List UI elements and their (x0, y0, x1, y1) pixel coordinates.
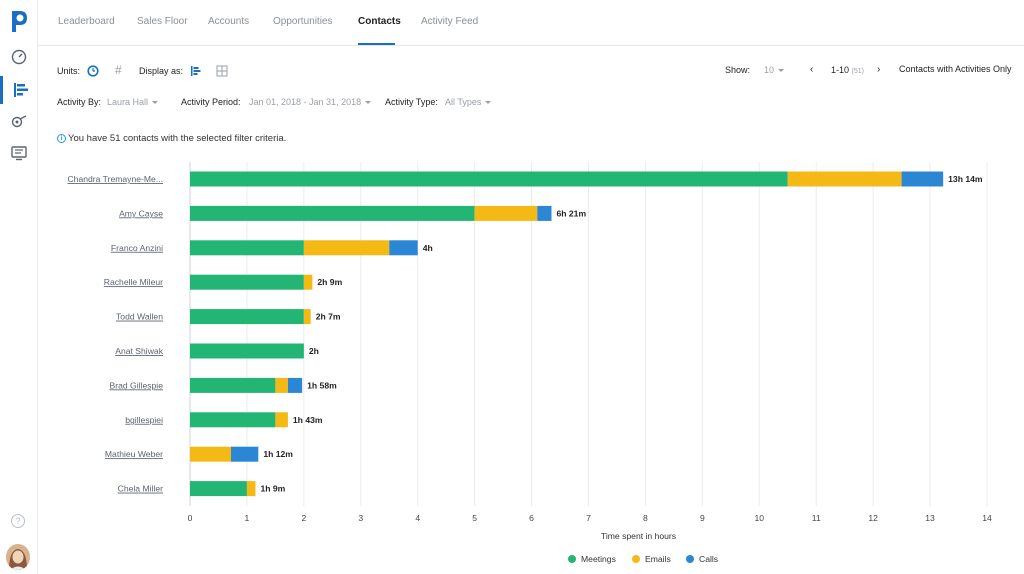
x-tick-label: 3 (358, 513, 363, 523)
x-tick-label: 6 (529, 513, 534, 523)
contact-name-bgillespiei[interactable]: bgillespiei (125, 415, 163, 425)
legend-label-calls: Calls (699, 554, 719, 564)
bar-meetings (190, 240, 304, 256)
legend-swatch-calls (686, 555, 694, 563)
time-spent-chart: 0 1 2 3 4 5 6 7 8 9 10 11 12 13 14Time spent in hoursC… (67, 162, 992, 541)
bar-emails (303, 309, 311, 325)
legend-item-emails: Emails (632, 554, 671, 564)
x-tick-label: 9 (700, 513, 705, 523)
x-tick-label: 5 (472, 513, 477, 523)
bar-total-label: 1h 12m (263, 449, 293, 459)
x-tick-label: 14 (982, 513, 992, 523)
bar-emails (787, 171, 902, 187)
bar-total-label: 6h 21m (556, 208, 586, 218)
bar-calls (389, 240, 418, 256)
x-tick-label: 10 (755, 513, 765, 523)
bar-calls (287, 377, 303, 393)
x-tick-label: 11 (812, 513, 821, 523)
x-tick-label: 12 (868, 513, 878, 523)
bar-total-label: 1h 9m (260, 484, 285, 494)
contact-name-todd-wallen[interactable]: Todd Wallen (116, 312, 163, 322)
contact-name-rachelle-mileur[interactable]: Rachelle Mileur (104, 277, 163, 287)
legend-label-meetings: Meetings (581, 554, 616, 564)
bar-meetings (190, 171, 788, 187)
bar-calls (901, 171, 944, 187)
bar-emails (275, 412, 288, 428)
bar-meetings (190, 205, 475, 221)
x-tick-label: 7 (586, 513, 591, 523)
x-tick-label: 13 (925, 513, 935, 523)
contact-name-mathieu-weber[interactable]: Mathieu Weber (105, 449, 163, 459)
contact-name-chela-miller[interactable]: Chela Miller (118, 484, 164, 494)
legend-item-calls: Calls (686, 554, 718, 564)
contact-name-chandra-tremayne-me[interactable]: Chandra Tremayne-Me... (67, 174, 163, 184)
legend-swatch-emails (632, 555, 640, 563)
bar-total-label: 2h 9m (317, 277, 342, 287)
x-tick-label: 8 (643, 513, 648, 523)
legend-swatch-meetings (568, 555, 576, 563)
x-tick-label: 2 (301, 513, 306, 523)
bar-meetings (190, 481, 247, 497)
bar-calls (230, 446, 259, 462)
bar-emails (246, 481, 256, 497)
contact-name-amy-cayse[interactable]: Amy Cayse (119, 208, 163, 218)
bar-meetings (190, 274, 304, 290)
contact-name-franco-anzini[interactable]: Franco Anzini (111, 243, 163, 253)
contact-name-anat-shiwak[interactable]: Anat Shiwak (115, 346, 163, 356)
bar-total-label: 2h (309, 346, 319, 356)
bar-meetings (190, 412, 276, 428)
bar-emails (303, 274, 313, 290)
legend-label-emails: Emails (645, 554, 671, 564)
bar-meetings (190, 343, 304, 359)
bar-emails (474, 205, 538, 221)
x-tick-label: 1 (245, 513, 250, 523)
x-tick-label: 4 (415, 513, 420, 523)
bar-total-label: 2h 7m (316, 312, 341, 322)
x-axis-title: Time spent in hours (601, 531, 676, 541)
bar-calls (537, 205, 552, 221)
bar-total-label: 13h 14m (948, 174, 983, 184)
bar-total-label: 1h 43m (293, 415, 323, 425)
bar-total-label: 1h 58m (307, 380, 337, 390)
legend-item-meetings: Meetings (568, 554, 616, 564)
bar-emails (190, 446, 231, 462)
bar-meetings (190, 309, 304, 325)
x-tick-label: 0 (188, 513, 193, 523)
bar-emails (275, 377, 288, 393)
bar-total-label: 4h (423, 243, 433, 253)
contact-name-brad-gillespie[interactable]: Brad Gillespie (110, 380, 164, 390)
bar-meetings (190, 377, 276, 393)
bar-emails (303, 240, 390, 256)
